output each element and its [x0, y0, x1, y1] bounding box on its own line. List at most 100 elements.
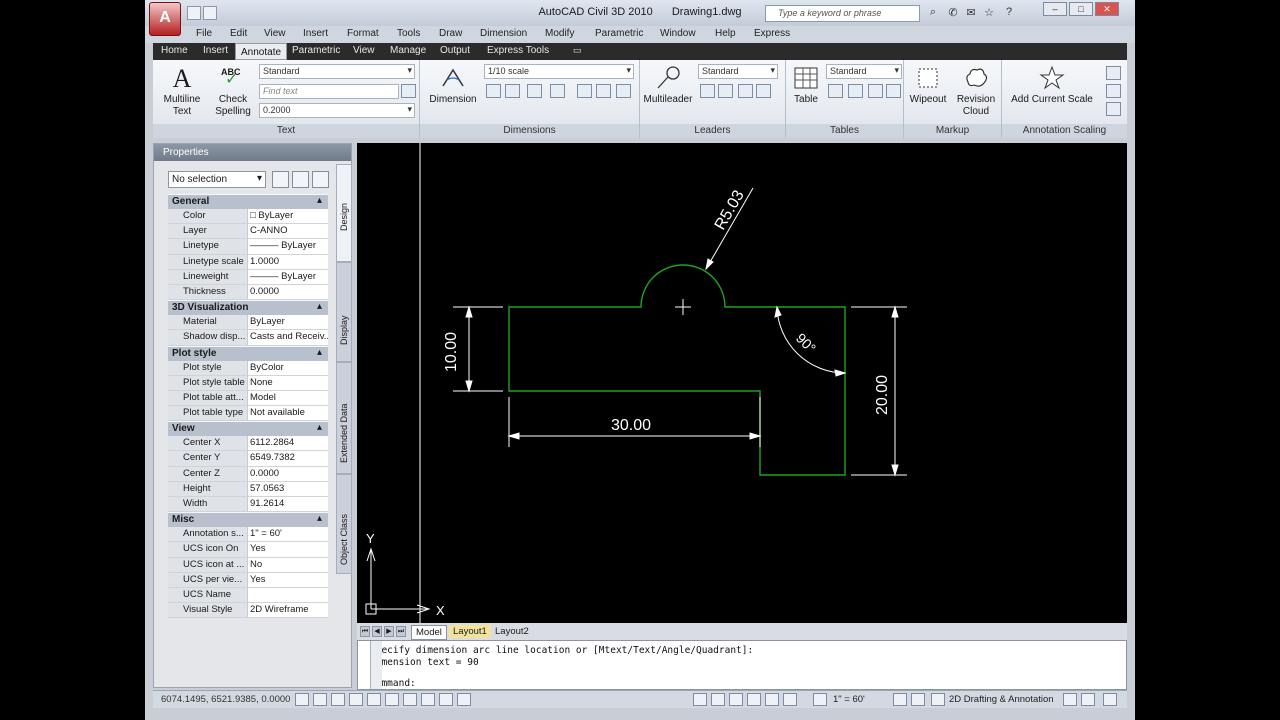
menu-edit[interactable]: Edit — [230, 28, 247, 39]
dim-continue-icon[interactable] — [527, 84, 542, 98]
property-row[interactable]: Center Y 6549.7382 — [168, 451, 328, 467]
ribbon-minimize-icon[interactable]: ▭ — [573, 45, 582, 56]
dim-jog-icon[interactable] — [616, 84, 631, 98]
property-row[interactable]: UCS per vie... Yes — [168, 572, 328, 588]
property-value[interactable]: ——— ByLayer — [247, 269, 328, 284]
property-value[interactable]: 0.0000 — [247, 466, 328, 481]
table-link-icon[interactable] — [848, 84, 863, 98]
property-row[interactable]: Width 91.2614 — [168, 497, 328, 513]
menu-tools[interactable]: Tools — [397, 28, 420, 39]
qat-open-icon[interactable] — [203, 6, 217, 20]
dynamic-input-icon[interactable] — [421, 693, 435, 706]
ortho-mode-icon[interactable] — [331, 693, 345, 706]
menu-insert[interactable]: Insert — [303, 28, 328, 39]
property-value[interactable]: 1" = 60' — [247, 527, 328, 542]
property-row[interactable]: Color □ ByLayer — [168, 209, 328, 225]
application-menu-button[interactable]: A — [149, 2, 181, 36]
property-row[interactable]: Plot table att... Model — [168, 390, 328, 407]
property-value[interactable]: Not available — [247, 406, 328, 421]
isolate-objects-icon[interactable] — [1081, 693, 1095, 706]
polar-tracking-icon[interactable] — [349, 693, 363, 706]
dim-quick-icon[interactable] — [505, 84, 520, 98]
tables-panel-title[interactable]: Tables — [786, 124, 903, 138]
menu-file[interactable]: File — [196, 28, 212, 39]
tab-layout2[interactable]: Layout2 — [491, 625, 533, 638]
menu-view[interactable]: View — [264, 28, 286, 39]
first-layout-icon[interactable]: ⏮ — [360, 626, 370, 637]
wipeout-button[interactable]: Wipeout — [906, 64, 950, 106]
minimize-button[interactable]: – — [1043, 2, 1067, 16]
menu-format[interactable]: Format — [347, 28, 379, 39]
align-leader-icon[interactable] — [738, 84, 753, 98]
table-button[interactable]: Table — [788, 64, 824, 106]
property-value[interactable]: None — [247, 375, 328, 390]
tab-model[interactable]: Model — [411, 625, 447, 640]
property-value[interactable]: Yes — [247, 572, 328, 587]
comm-center-icon[interactable]: ✉ — [963, 6, 979, 21]
dim-space-icon[interactable] — [577, 84, 592, 98]
tab-annotate[interactable]: Annotate — [235, 43, 288, 60]
favorites-icon[interactable]: ☆ — [981, 6, 997, 21]
check-spelling-button[interactable]: ABC ✓ Check Spelling — [209, 64, 257, 118]
menu-draw[interactable]: Draw — [439, 28, 462, 39]
markup-panel-title[interactable]: Markup — [904, 124, 1001, 138]
sync-scale-icon[interactable] — [1106, 102, 1121, 116]
property-value[interactable]: 6549.7382 — [247, 451, 328, 466]
grid-display-icon[interactable] — [313, 693, 327, 706]
close-button[interactable]: ✕ — [1095, 2, 1119, 16]
property-value[interactable]: ——— ByLayer — [247, 239, 328, 254]
property-row[interactable]: Linetype scale 1.0000 — [168, 254, 328, 270]
property-value[interactable]: Model — [247, 390, 328, 406]
property-section-header[interactable]: Misc — [168, 512, 328, 528]
maximize-button[interactable]: □ — [1069, 2, 1093, 16]
menu-parametric[interactable]: Parametric — [595, 28, 643, 39]
property-value[interactable]: Casts and Receiv... — [247, 330, 328, 345]
property-row[interactable]: Linetype ——— ByLayer — [168, 239, 328, 255]
property-section-header[interactable]: View — [168, 421, 328, 437]
multileader-button[interactable]: Multileader — [642, 64, 694, 106]
select-objects-icon[interactable] — [292, 171, 309, 188]
workspace-switch[interactable]: 2D Drafting & Annotation — [949, 694, 1054, 705]
property-value[interactable]: 6112.2864 — [247, 436, 328, 451]
menu-window[interactable]: Window — [660, 28, 696, 39]
quick-view-layouts-icon[interactable] — [711, 693, 725, 706]
property-value[interactable]: 91.2614 — [247, 497, 328, 512]
menu-dimension[interactable]: Dimension — [480, 28, 527, 39]
dim-linear-icon[interactable] — [486, 84, 501, 98]
annotation-visibility-icon[interactable] — [893, 693, 907, 706]
revision-cloud-button[interactable]: Revision Cloud — [952, 64, 1000, 118]
clean-screen-icon[interactable] — [1103, 693, 1117, 706]
last-layout-icon[interactable]: ⏭ — [396, 626, 406, 637]
text-height-select[interactable]: 0.2000 — [259, 103, 415, 118]
properties-title[interactable]: Properties — [154, 144, 351, 161]
tab-display[interactable]: Display — [336, 262, 352, 362]
binoculars-icon[interactable]: ⌕ — [925, 6, 941, 21]
tab-output[interactable]: Output — [440, 45, 470, 56]
property-row[interactable]: Visual Style 2D Wireframe — [168, 603, 328, 619]
object-snap-icon[interactable] — [367, 693, 381, 706]
table-style-select[interactable]: Standard — [826, 64, 902, 79]
qat-new-icon[interactable] — [187, 6, 201, 20]
auto-scale-icon[interactable] — [911, 693, 925, 706]
text-style-select[interactable]: Standard — [259, 64, 415, 79]
leaders-panel-title[interactable]: Leaders — [640, 124, 785, 138]
object-snap-tracking-icon[interactable] — [385, 693, 399, 706]
property-value[interactable]: 1.0000 — [247, 254, 328, 269]
tab-extended-data[interactable]: Extended Data — [336, 362, 352, 474]
property-section-header[interactable]: 3D Visualization — [168, 300, 328, 316]
showmotion-icon[interactable] — [783, 693, 797, 706]
pan-icon[interactable] — [729, 693, 743, 706]
snap-mode-icon[interactable] — [295, 693, 309, 706]
tab-insert[interactable]: Insert — [203, 45, 228, 56]
dynamic-ucs-icon[interactable] — [403, 693, 417, 706]
property-value[interactable]: No — [247, 557, 328, 572]
property-row[interactable]: Material ByLayer — [168, 315, 328, 331]
model-paper-icon[interactable] — [693, 693, 707, 706]
menu-modify[interactable]: Modify — [545, 28, 574, 39]
property-value[interactable]: □ ByLayer — [247, 209, 328, 224]
property-value[interactable]: 0.0000 — [247, 284, 328, 300]
subscription-icon[interactable]: ✆ — [945, 6, 961, 21]
menu-express[interactable]: Express — [754, 28, 790, 39]
tab-view[interactable]: View — [353, 45, 375, 56]
tab-parametric[interactable]: Parametric — [292, 45, 340, 56]
